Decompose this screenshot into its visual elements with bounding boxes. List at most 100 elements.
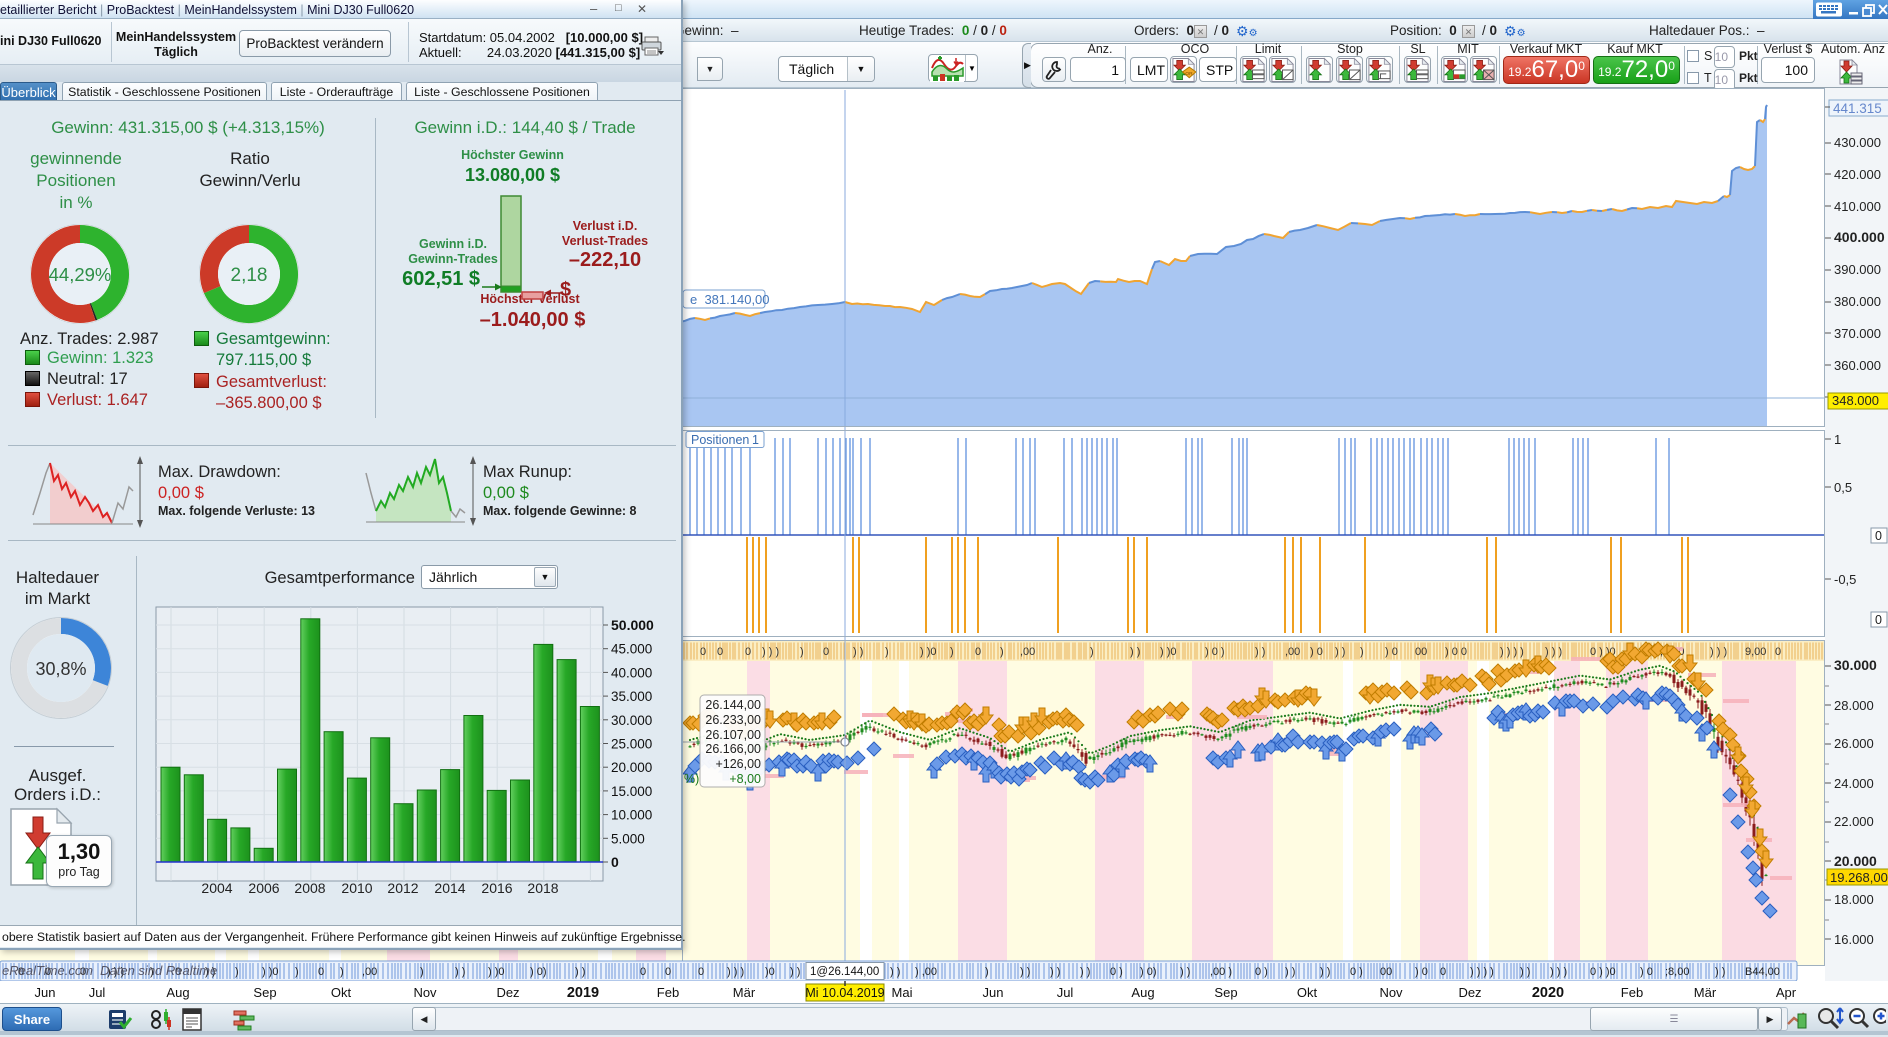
svg-text:30.000: 30.000: [611, 713, 652, 728]
svg-text:2006: 2006: [248, 880, 279, 896]
svg-text:0: 0: [698, 966, 704, 978]
svg-text:Mi 10.04.2019: Mi 10.04.2019: [805, 986, 884, 1000]
svg-text:0 ): 0 ): [1110, 966, 1123, 978]
svg-text:Dez: Dez: [496, 985, 519, 1000]
svg-text:): ): [950, 646, 954, 658]
svg-text:0 ): 0 ): [1255, 966, 1268, 978]
svg-text:0: 0: [745, 646, 751, 658]
svg-text:0: 0: [700, 646, 706, 658]
svg-text:) 0: ) 0: [1640, 966, 1653, 978]
svg-text:22.000: 22.000: [1834, 814, 1874, 829]
svg-text:00: 00: [1380, 966, 1392, 978]
svg-text:1: 1: [1834, 432, 1841, 447]
svg-text:) ): ) ): [1130, 646, 1140, 658]
svg-text:): ): [885, 646, 889, 658]
svg-text:) )0: ) )0: [920, 646, 937, 658]
svg-text:2,18: 2,18: [231, 265, 268, 286]
svg-text:) )0: ) )0: [488, 966, 505, 978]
svg-text:20.000: 20.000: [611, 760, 652, 775]
svg-text:) ): ) ): [1285, 966, 1295, 978]
svg-text:0: 0: [1875, 529, 1882, 543]
svg-text:) ): ) ): [1715, 966, 1725, 978]
svg-text:) ): ) ): [575, 966, 585, 978]
svg-text:1: 1: [752, 433, 759, 447]
svg-text:,00: ,00: [362, 966, 377, 978]
svg-text:2012: 2012: [387, 880, 418, 896]
svg-text:e 381.140,00: e 381.140,00: [690, 292, 770, 307]
svg-text:44,29%: 44,29%: [49, 264, 112, 285]
svg-text:9,00: 9,00: [1745, 646, 1766, 658]
svg-text:430.000: 430.000: [1834, 135, 1881, 150]
svg-text:26.166,00: 26.166,00: [705, 742, 761, 756]
svg-text:) ): ) ): [1320, 966, 1330, 978]
svg-text:00: 00: [1415, 646, 1427, 658]
svg-text:Nov: Nov: [1379, 985, 1403, 1000]
svg-text:Feb: Feb: [657, 985, 679, 1000]
svg-text:;8,00: ;8,00: [1665, 966, 1689, 978]
svg-text:30,8%: 30,8%: [35, 659, 86, 679]
svg-text:Dez: Dez: [1458, 985, 1481, 1000]
svg-text:0: 0: [665, 966, 671, 978]
svg-text:) ): ) ): [1255, 646, 1265, 658]
svg-text:Jul: Jul: [89, 985, 106, 1000]
svg-text:15.000: 15.000: [611, 784, 652, 799]
svg-text:1@26.144,00: 1@26.144,00: [810, 966, 879, 978]
svg-text:) ) ): ) ) ): [1545, 646, 1562, 658]
svg-text:26.000: 26.000: [1834, 736, 1874, 751]
svg-text:)0: )0: [765, 966, 775, 978]
svg-text:45.000: 45.000: [611, 642, 652, 657]
svg-text:Feb: Feb: [1621, 985, 1643, 1000]
svg-text:441.315: 441.315: [1833, 101, 1882, 116]
svg-text:10.000: 10.000: [611, 808, 652, 823]
svg-text:): ): [340, 966, 344, 978]
svg-text:): ): [420, 966, 424, 978]
svg-text:0 ): 0 ): [1350, 966, 1363, 978]
svg-text:Positionen: Positionen: [691, 433, 749, 447]
svg-text:24.000: 24.000: [1834, 776, 1874, 791]
svg-text:2008: 2008: [294, 880, 325, 896]
svg-text:0: 0: [640, 966, 646, 978]
svg-text:Jul: Jul: [1057, 985, 1074, 1000]
svg-text:380.000: 380.000: [1834, 294, 1881, 309]
svg-text:B44,00: B44,00: [1745, 966, 1780, 978]
svg-text:): ): [1000, 646, 1004, 658]
svg-text:): ): [800, 646, 804, 658]
svg-text:0: 0: [823, 646, 829, 658]
svg-text:) 0 0: ) 0 0: [1445, 646, 1467, 658]
svg-text:Mär: Mär: [1694, 985, 1717, 1000]
svg-text:) ) ): ) ) ): [1710, 646, 1727, 658]
svg-text:) ) ): ) ) ): [762, 646, 779, 658]
svg-text:) ): ) ): [1335, 646, 1345, 658]
svg-text:30.000: 30.000: [1834, 657, 1877, 673]
svg-text:): ): [1360, 646, 1364, 658]
svg-text:0: 0: [1775, 646, 1781, 658]
svg-text:370.000: 370.000: [1834, 326, 1881, 341]
svg-text:2018: 2018: [527, 880, 558, 896]
svg-text:,00: ,00: [1020, 646, 1035, 658]
svg-text:) )0: ) )0: [1160, 646, 1177, 658]
svg-text:0 ) )0: 0 ) )0: [1590, 966, 1616, 978]
svg-text:) ): ) ): [790, 966, 800, 978]
svg-text:) ): ) ): [1520, 966, 1530, 978]
svg-text:20.000: 20.000: [1834, 853, 1877, 869]
svg-text:26.144,00: 26.144,00: [705, 698, 761, 712]
svg-text:25.000: 25.000: [611, 737, 652, 752]
svg-text:) ) ) ): ) ) ) ): [1470, 966, 1494, 978]
svg-text:26.107,00: 26.107,00: [705, 728, 761, 742]
svg-text:Aug: Aug: [166, 985, 189, 1000]
svg-text:): ): [295, 966, 299, 978]
svg-text:40.000: 40.000: [611, 665, 652, 680]
svg-text:390.000: 390.000: [1834, 262, 1881, 277]
svg-text:) 0: ) 0: [1310, 646, 1323, 658]
svg-text:35.000: 35.000: [611, 689, 652, 704]
svg-text:) ): ) ): [890, 966, 900, 978]
svg-text:) )0: ) )0: [262, 966, 279, 978]
svg-text:0: 0: [1875, 613, 1882, 627]
svg-text:Apr: Apr: [1776, 985, 1797, 1000]
svg-text:0: 0: [975, 646, 981, 658]
svg-text:) 0): ) 0): [1140, 966, 1157, 978]
svg-text:) ) ): ) ) ): [727, 966, 744, 978]
svg-text:) 0: ) 0: [1415, 966, 1428, 978]
svg-text:) ) ) ): ) ) ) ): [1500, 646, 1524, 658]
svg-text:410.000: 410.000: [1834, 199, 1881, 214]
